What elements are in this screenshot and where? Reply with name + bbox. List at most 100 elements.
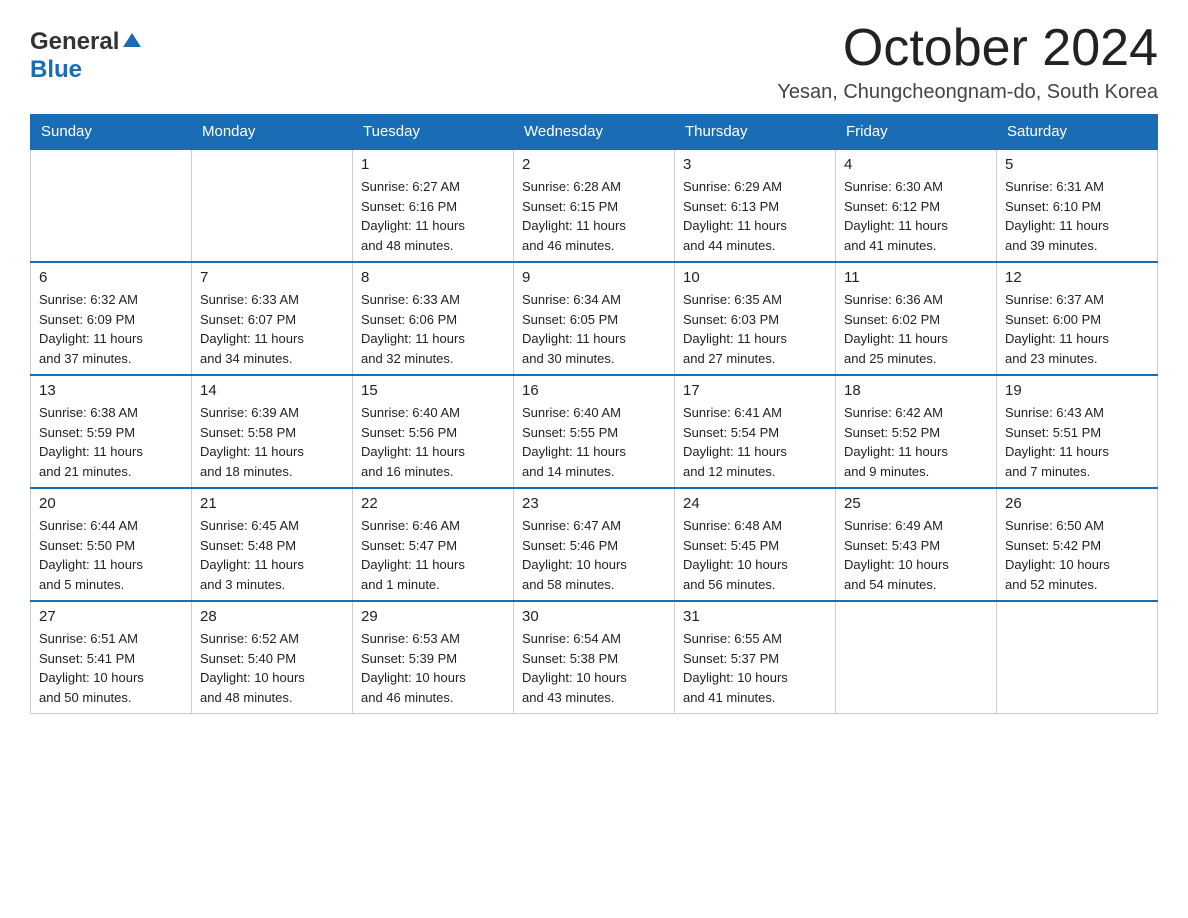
logo: General Blue	[30, 28, 141, 83]
day-info: Sunrise: 6:39 AMSunset: 5:58 PMDaylight:…	[200, 403, 344, 481]
day-info: Sunrise: 6:35 AMSunset: 6:03 PMDaylight:…	[683, 290, 827, 368]
day-number: 18	[844, 382, 988, 399]
day-info: Sunrise: 6:47 AMSunset: 5:46 PMDaylight:…	[522, 516, 666, 594]
day-info: Sunrise: 6:40 AMSunset: 5:55 PMDaylight:…	[522, 403, 666, 481]
calendar-week-row: 13Sunrise: 6:38 AMSunset: 5:59 PMDayligh…	[31, 375, 1158, 488]
calendar-cell: 31 Sunrise: 6:55 AMSunset: 5:37 PMDayligh…	[675, 601, 836, 714]
calendar-cell: 16 Sunrise: 6:40 AMSunset: 5:55 PMDayligh…	[514, 375, 675, 488]
calendar-cell: 5 Sunrise: 6:31 AMSunset: 6:10 PMDaylight…	[997, 149, 1158, 262]
calendar-table: Sunday Monday Tuesday Wednesday Thursday…	[30, 114, 1158, 714]
day-number: 21	[200, 495, 344, 512]
day-number: 5	[1005, 156, 1149, 173]
day-number: 6	[39, 269, 183, 286]
day-info: Sunrise: 6:30 AMSunset: 6:12 PMDaylight:…	[844, 177, 988, 255]
header-thursday: Thursday	[675, 115, 836, 150]
day-number: 9	[522, 269, 666, 286]
day-info: Sunrise: 6:33 AMSunset: 6:07 PMDaylight:…	[200, 290, 344, 368]
day-info: Sunrise: 6:54 AMSunset: 5:38 PMDaylight:…	[522, 629, 666, 707]
calendar-cell	[836, 601, 997, 714]
day-number: 19	[1005, 382, 1149, 399]
day-info: Sunrise: 6:43 AMSunset: 5:51 PMDaylight:…	[1005, 403, 1149, 481]
day-number: 2	[522, 156, 666, 173]
day-info: Sunrise: 6:42 AMSunset: 5:52 PMDaylight:…	[844, 403, 988, 481]
day-info: Sunrise: 6:53 AMSunset: 5:39 PMDaylight:…	[361, 629, 505, 707]
day-info: Sunrise: 6:28 AMSunset: 6:15 PMDaylight:…	[522, 177, 666, 255]
header-sunday: Sunday	[31, 115, 192, 150]
day-number: 14	[200, 382, 344, 399]
day-info: Sunrise: 6:46 AMSunset: 5:47 PMDaylight:…	[361, 516, 505, 594]
day-info: Sunrise: 6:31 AMSunset: 6:10 PMDaylight:…	[1005, 177, 1149, 255]
day-info: Sunrise: 6:33 AMSunset: 6:06 PMDaylight:…	[361, 290, 505, 368]
calendar-cell: 22 Sunrise: 6:46 AMSunset: 5:47 PMDayligh…	[353, 488, 514, 601]
title-area: October 2024 Yesan, Chungcheongnam-do, S…	[777, 20, 1158, 104]
day-info: Sunrise: 6:32 AMSunset: 6:09 PMDaylight:…	[39, 290, 183, 368]
day-number: 25	[844, 495, 988, 512]
day-number: 7	[200, 269, 344, 286]
calendar-cell: 9 Sunrise: 6:34 AMSunset: 6:05 PMDaylight…	[514, 262, 675, 375]
calendar-cell: 1Sunrise: 6:27 AMSunset: 6:16 PMDaylight…	[353, 149, 514, 262]
calendar-cell: 18 Sunrise: 6:42 AMSunset: 5:52 PMDayligh…	[836, 375, 997, 488]
calendar-cell: 11 Sunrise: 6:36 AMSunset: 6:02 PMDayligh…	[836, 262, 997, 375]
calendar-cell: 20 Sunrise: 6:44 AMSunset: 5:50 PMDayligh…	[31, 488, 192, 601]
day-info: Sunrise: 6:55 AMSunset: 5:37 PMDaylight:…	[683, 629, 827, 707]
calendar-cell: 29 Sunrise: 6:53 AMSunset: 5:39 PMDayligh…	[353, 601, 514, 714]
day-info: Sunrise: 6:37 AMSunset: 6:00 PMDaylight:…	[1005, 290, 1149, 368]
day-info: Sunrise: 6:48 AMSunset: 5:45 PMDaylight:…	[683, 516, 827, 594]
calendar-cell: 4 Sunrise: 6:30 AMSunset: 6:12 PMDaylight…	[836, 149, 997, 262]
weekday-header-row: Sunday Monday Tuesday Wednesday Thursday…	[31, 115, 1158, 150]
calendar-cell	[997, 601, 1158, 714]
calendar-cell: 24Sunrise: 6:48 AMSunset: 5:45 PMDayligh…	[675, 488, 836, 601]
calendar-cell: 10 Sunrise: 6:35 AMSunset: 6:03 PMDayligh…	[675, 262, 836, 375]
calendar-cell: 26 Sunrise: 6:50 AMSunset: 5:42 PMDayligh…	[997, 488, 1158, 601]
day-info: Sunrise: 6:50 AMSunset: 5:42 PMDaylight:…	[1005, 516, 1149, 594]
day-number: 31	[683, 608, 827, 625]
calendar-cell: 19 Sunrise: 6:43 AMSunset: 5:51 PMDayligh…	[997, 375, 1158, 488]
day-number: 12	[1005, 269, 1149, 286]
day-info: Sunrise: 6:44 AMSunset: 5:50 PMDaylight:…	[39, 516, 183, 594]
day-number: 26	[1005, 495, 1149, 512]
day-info: Sunrise: 6:40 AMSunset: 5:56 PMDaylight:…	[361, 403, 505, 481]
day-number: 4	[844, 156, 988, 173]
calendar-cell: 3Sunrise: 6:29 AMSunset: 6:13 PMDaylight…	[675, 149, 836, 262]
calendar-cell: 14 Sunrise: 6:39 AMSunset: 5:58 PMDayligh…	[192, 375, 353, 488]
day-info: Sunrise: 6:38 AMSunset: 5:59 PMDaylight:…	[39, 403, 183, 481]
calendar-cell	[31, 149, 192, 262]
location-title: Yesan, Chungcheongnam-do, South Korea	[777, 81, 1158, 104]
calendar-cell: 30 Sunrise: 6:54 AMSunset: 5:38 PMDayligh…	[514, 601, 675, 714]
day-number: 22	[361, 495, 505, 512]
day-info: Sunrise: 6:34 AMSunset: 6:05 PMDaylight:…	[522, 290, 666, 368]
day-number: 27	[39, 608, 183, 625]
logo-triangle-icon	[123, 31, 141, 54]
calendar-week-row: 20 Sunrise: 6:44 AMSunset: 5:50 PMDayligh…	[31, 488, 1158, 601]
header-tuesday: Tuesday	[353, 115, 514, 150]
calendar-cell: 2 Sunrise: 6:28 AMSunset: 6:15 PMDaylight…	[514, 149, 675, 262]
header-wednesday: Wednesday	[514, 115, 675, 150]
day-number: 15	[361, 382, 505, 399]
calendar-cell: 25 Sunrise: 6:49 AMSunset: 5:43 PMDayligh…	[836, 488, 997, 601]
calendar-cell: 13Sunrise: 6:38 AMSunset: 5:59 PMDayligh…	[31, 375, 192, 488]
calendar-cell: 15 Sunrise: 6:40 AMSunset: 5:56 PMDayligh…	[353, 375, 514, 488]
day-info: Sunrise: 6:49 AMSunset: 5:43 PMDaylight:…	[844, 516, 988, 594]
day-number: 20	[39, 495, 183, 512]
day-number: 8	[361, 269, 505, 286]
calendar-week-row: 27 Sunrise: 6:51 AMSunset: 5:41 PMDayligh…	[31, 601, 1158, 714]
day-number: 29	[361, 608, 505, 625]
day-info: Sunrise: 6:29 AMSunset: 6:13 PMDaylight:…	[683, 177, 827, 255]
calendar-cell: 27 Sunrise: 6:51 AMSunset: 5:41 PMDayligh…	[31, 601, 192, 714]
calendar-week-row: 6 Sunrise: 6:32 AMSunset: 6:09 PMDaylight…	[31, 262, 1158, 375]
calendar-cell	[192, 149, 353, 262]
calendar-cell: 21Sunrise: 6:45 AMSunset: 5:48 PMDayligh…	[192, 488, 353, 601]
day-number: 30	[522, 608, 666, 625]
day-info: Sunrise: 6:27 AMSunset: 6:16 PMDaylight:…	[361, 177, 505, 255]
header-saturday: Saturday	[997, 115, 1158, 150]
calendar-cell: 12 Sunrise: 6:37 AMSunset: 6:00 PMDayligh…	[997, 262, 1158, 375]
day-info: Sunrise: 6:51 AMSunset: 5:41 PMDaylight:…	[39, 629, 183, 707]
calendar-cell: 28Sunrise: 6:52 AMSunset: 5:40 PMDayligh…	[192, 601, 353, 714]
calendar-cell: 8 Sunrise: 6:33 AMSunset: 6:06 PMDaylight…	[353, 262, 514, 375]
day-number: 11	[844, 269, 988, 286]
day-number: 10	[683, 269, 827, 286]
day-number: 16	[522, 382, 666, 399]
header-friday: Friday	[836, 115, 997, 150]
day-number: 28	[200, 608, 344, 625]
day-info: Sunrise: 6:36 AMSunset: 6:02 PMDaylight:…	[844, 290, 988, 368]
